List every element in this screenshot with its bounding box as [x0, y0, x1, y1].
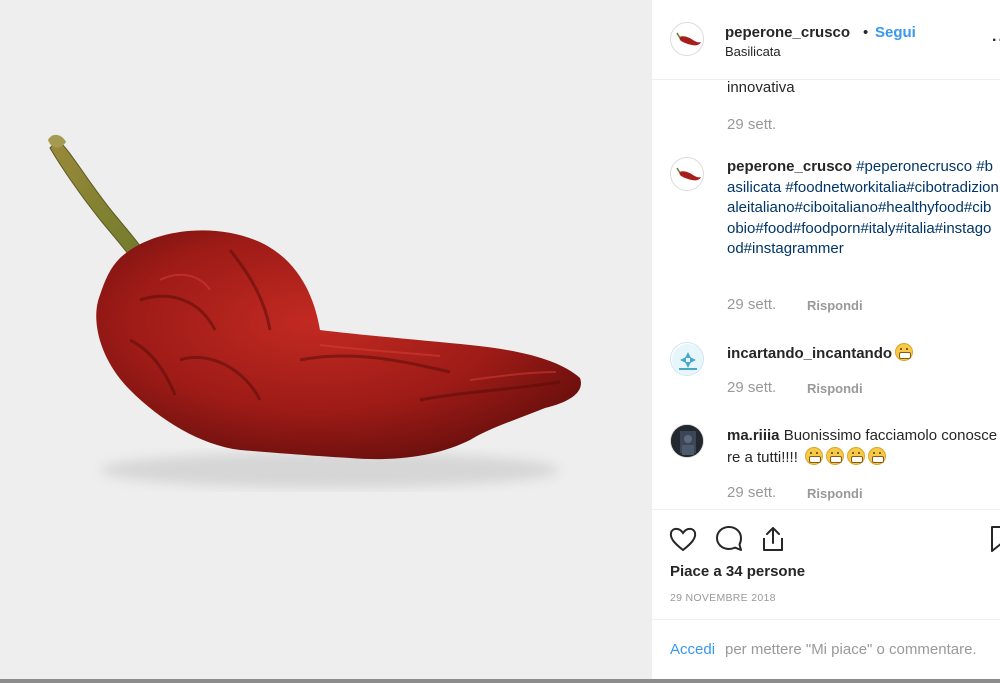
hashtag-link[interactable]: #peperonecrusco — [856, 158, 972, 175]
pinwheel-logo-icon — [672, 344, 703, 375]
reply-button[interactable]: Rispondi — [807, 381, 863, 396]
comment-date: 29 sett. — [727, 116, 777, 133]
follow-button[interactable]: Segui — [875, 24, 916, 41]
comment-date: 29 sett. — [727, 296, 777, 313]
post-header: peperone_crusco • Segui Basilicata ... — [652, 0, 1000, 80]
post-sidebar: peperone_crusco • Segui Basilicata ... i… — [651, 0, 1000, 683]
comment-text: peperone_crusco #peperonecrusco #basilic… — [727, 157, 999, 260]
login-link[interactable]: Accedi — [670, 641, 715, 658]
user-photo-icon — [671, 425, 703, 457]
comment-date: 29 sett. — [727, 484, 777, 501]
comment-text: ma.riiia Buonissimo facciamolo conoscere… — [727, 426, 999, 468]
post-date: 29 NOVEMBRE 2018 — [670, 592, 776, 604]
comment-username[interactable]: peperone_crusco — [727, 158, 852, 175]
login-prompt-text: per mettere "Mi piace" o commentare. — [725, 641, 977, 658]
pepper-logo-icon — [676, 32, 701, 46]
post-actions: Piace a 34 persone 29 NOVEMBRE 2018 — [652, 509, 1000, 619]
post-author-username[interactable]: peperone_crusco — [725, 24, 850, 41]
grimacing-emoji-icon — [868, 446, 887, 465]
reply-button[interactable]: Rispondi — [807, 486, 863, 501]
grimacing-emoji-icon — [847, 446, 866, 465]
post-location[interactable]: Basilicata — [725, 44, 781, 59]
grimacing-emoji-icon — [826, 446, 845, 465]
comment-username[interactable]: ma.riiia — [727, 427, 780, 444]
reply-button[interactable]: Rispondi — [807, 298, 863, 313]
avatar[interactable] — [670, 22, 704, 56]
grimacing-emoji-icon — [895, 343, 914, 361]
avatar[interactable] — [670, 157, 704, 191]
more-options-icon[interactable]: ... — [992, 28, 1000, 46]
avatar[interactable] — [670, 342, 704, 376]
login-prompt: Accedi per mettere "Mi piace" o commenta… — [652, 619, 1000, 683]
comments-list[interactable]: innovativa 29 sett. peperone_crusco #pep… — [652, 81, 1000, 509]
grimacing-emoji-icon — [805, 446, 824, 465]
post-photo — [0, 0, 651, 683]
bookmark-icon[interactable] — [987, 524, 1000, 554]
comment-icon[interactable] — [714, 524, 744, 554]
avatar[interactable] — [670, 424, 704, 458]
comment-username[interactable]: incartando_incantando — [727, 345, 892, 362]
window-bottom-edge — [0, 679, 1000, 683]
share-icon[interactable] — [758, 524, 788, 554]
comment-date: 29 sett. — [727, 379, 777, 396]
comment-text: innovativa — [727, 81, 795, 96]
dried-pepper-image — [48, 134, 581, 488]
pepper-logo-icon — [676, 167, 701, 181]
likes-count[interactable]: Piace a 34 persone — [670, 563, 805, 580]
comment-text: incartando_incantando — [727, 343, 999, 365]
separator-dot: • — [863, 24, 869, 41]
heart-icon[interactable] — [668, 524, 698, 554]
